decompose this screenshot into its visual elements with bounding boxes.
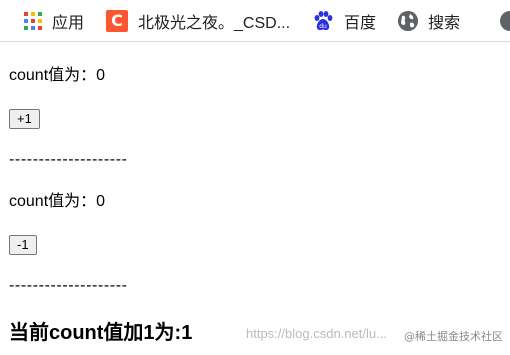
apps-grid-icon [24,11,42,30]
count-display-2: count值为：0 [9,193,106,210]
separator-1: -------------------- [9,151,128,168]
csdn-watermark: https://blog.csdn.net/lu... [246,326,387,341]
bookmark-search[interactable]: 搜索 [398,0,460,42]
page: 应用 C 北极光之夜。_CSD... du 百度 搜索 count值为：0 +1… [0,0,510,355]
decrement-button[interactable]: -1 [9,235,37,255]
bookmark-csdn[interactable]: C 北极光之夜。_CSD... [106,0,290,42]
count-display-1: count值为：0 [9,67,106,84]
bookmark-baidu[interactable]: du 百度 [312,0,376,42]
bookmark-apps-label: 应用 [52,14,85,32]
bookmark-csdn-label: 北极光之夜。_CSD... [138,14,291,32]
result-heading: 当前count值加1为:1 [9,322,193,344]
csdn-icon: C [106,9,129,32]
bookmark-apps[interactable]: 应用 [24,0,84,42]
separator-2: -------------------- [9,277,128,294]
bookmark-baidu-label: 百度 [344,14,377,32]
bookmarks-bar: 应用 C 北极光之夜。_CSD... du 百度 搜索 [0,0,510,42]
globe-icon [398,10,419,31]
juejin-watermark: @稀土掘金技术社区 [404,330,503,343]
svg-text:du: du [319,23,327,30]
bookmark-search-label: 搜索 [428,14,461,32]
increment-button[interactable]: +1 [9,109,40,129]
baidu-paw-icon: du [312,10,334,32]
bookmark-overflow-globe-icon[interactable] [500,11,510,31]
